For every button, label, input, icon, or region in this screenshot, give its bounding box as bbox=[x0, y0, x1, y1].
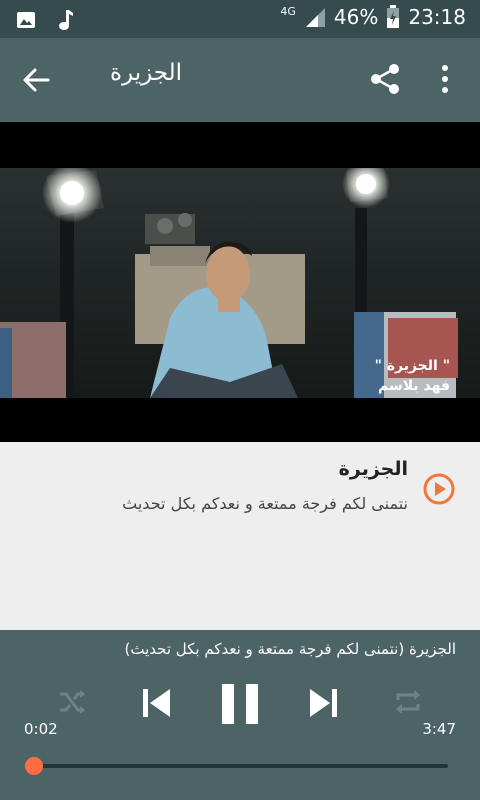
signal-icon bbox=[305, 8, 325, 27]
image-icon bbox=[17, 12, 35, 28]
network-type: 4G bbox=[280, 4, 296, 18]
total-duration: 3:47 bbox=[422, 720, 456, 738]
more-vert-icon[interactable] bbox=[437, 62, 453, 96]
previous-icon[interactable] bbox=[140, 686, 172, 720]
player-bar: الجزيرة (نتمنى لكم فرجة ممتعة و نعدكم بك… bbox=[0, 630, 480, 800]
track-title: الجزيرة bbox=[338, 458, 408, 480]
page-title: الجزيرة bbox=[110, 60, 183, 86]
status-bar: 4G 46% 23:18 bbox=[0, 0, 480, 38]
track-description: نتمنى لكم فرجة ممتعة و نعدكم بكل تحديث bbox=[122, 494, 408, 513]
app-bar: الجزيرة bbox=[0, 38, 480, 122]
battery-icon bbox=[387, 5, 400, 28]
clock: 23:18 bbox=[408, 5, 466, 29]
video-player[interactable]: " الجزيرة " فهد بلاسم bbox=[0, 122, 480, 442]
video-caption-line2: فهد بلاسم bbox=[377, 378, 450, 394]
now-playing-text: الجزيرة (نتمنى لكم فرجة ممتعة و نعدكم بك… bbox=[124, 640, 456, 658]
video-frame: " الجزيرة " فهد بلاسم bbox=[0, 168, 480, 398]
seek-thumb[interactable] bbox=[25, 757, 43, 775]
battery-percent: 46% bbox=[333, 5, 379, 29]
pause-icon[interactable] bbox=[220, 682, 260, 726]
notification-icons bbox=[16, 9, 74, 31]
share-icon[interactable] bbox=[368, 62, 402, 96]
shuffle-icon[interactable] bbox=[56, 686, 88, 718]
back-arrow-icon[interactable] bbox=[20, 64, 52, 96]
seek-bar[interactable] bbox=[25, 757, 448, 775]
elapsed-time: 0:02 bbox=[24, 720, 58, 738]
track-info: الجزيرة نتمنى لكم فرجة ممتعة و نعدكم بكل… bbox=[0, 442, 480, 630]
music-note-icon bbox=[59, 10, 73, 30]
video-caption-line1: " الجزيرة " bbox=[374, 358, 450, 374]
repeat-icon[interactable] bbox=[392, 686, 424, 718]
play-circle-icon[interactable] bbox=[422, 472, 456, 506]
next-icon[interactable] bbox=[308, 686, 340, 720]
